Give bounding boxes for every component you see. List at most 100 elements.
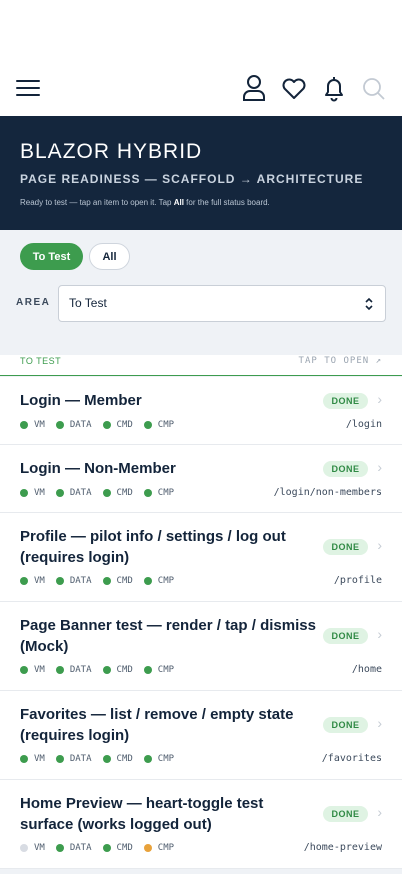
select-chevron-icon (365, 297, 373, 311)
status-dot-icon (143, 844, 152, 852)
item-title: Login — Non-Member (20, 460, 176, 477)
tag-data: DATA (55, 488, 92, 498)
tag-label: DATA (69, 488, 92, 498)
tag-label: DATA (69, 576, 92, 586)
list-item[interactable]: Page Banner test — render / tap / dismis… (0, 602, 402, 691)
status-dot-icon (102, 666, 111, 674)
status-dot-icon (102, 755, 111, 763)
status-dot-icon (143, 421, 152, 429)
item-path: /login/non-members (273, 487, 382, 498)
status-dot-icon (20, 844, 28, 852)
tag-label: VM (34, 488, 45, 498)
tag-cmp: CMP (143, 576, 175, 586)
tag-label: DATA (69, 754, 92, 764)
status-dot-icon (102, 489, 111, 497)
tag-label: VM (34, 420, 45, 430)
tag-cmd: CMD (102, 576, 133, 586)
tag-label: CMP (157, 665, 175, 675)
list-item[interactable]: Login — Member DONE › VM DATA CMD CMP/login (0, 377, 402, 445)
tag-vm: VM (20, 665, 45, 675)
tag-label: CMP (157, 576, 175, 586)
item-title: Favorites — list / remove / empty state … (20, 706, 294, 744)
heart-icon[interactable] (281, 74, 307, 102)
bell-icon[interactable] (321, 74, 347, 102)
area-select[interactable]: To Test (58, 285, 386, 322)
item-tags: VM DATA CMD CMP (20, 576, 174, 586)
item-path: /favorites (321, 753, 382, 764)
status-badge: DONE (323, 461, 368, 477)
top-bar (0, 70, 402, 110)
tag-cmd: CMD (102, 420, 133, 430)
tag-cmp: CMP (143, 754, 174, 764)
user-icon[interactable] (241, 74, 267, 102)
item-path: /profile (333, 575, 382, 586)
tag-label: CMP (157, 843, 175, 853)
search-icon[interactable] (361, 74, 387, 102)
item-title: Home Preview — heart-toggle test surface… (20, 795, 264, 833)
tag-label: DATA (69, 665, 92, 675)
item-list: Login — Member DONE › VM DATA CMD CMP/login Log… (0, 377, 402, 869)
tag-vm: VM (20, 576, 45, 586)
status-dot-icon (143, 489, 152, 497)
hero-note: Ready to test — tap an item to open it. … (20, 198, 382, 207)
status-badge: DONE (323, 393, 368, 409)
item-title: Login — Member (20, 392, 142, 409)
tag-label: CMD (116, 420, 133, 430)
status-dot-icon (55, 844, 64, 852)
tag-vm: VM (20, 488, 45, 498)
status-dot-icon (102, 421, 111, 429)
status-dot-icon (55, 577, 64, 585)
tag-label: VM (34, 754, 45, 764)
item-tags: VM DATA CMD CMP (20, 843, 174, 853)
tag-cmp: CMP (143, 420, 174, 430)
hamburger-icon[interactable] (16, 79, 40, 97)
tag-cmd: CMD (102, 488, 133, 498)
tab-to-test[interactable]: To Test (20, 243, 83, 270)
tag-label: VM (34, 843, 45, 853)
item-path: /home-preview (303, 842, 382, 853)
status-dot-icon (20, 755, 28, 763)
segmented-control: To Test All (20, 243, 130, 270)
status-badge: DONE (323, 539, 368, 555)
tag-label: VM (34, 576, 45, 586)
status-dot-icon (143, 755, 152, 763)
status-dot-icon (55, 755, 64, 763)
list-item[interactable]: Login — Non-Member DONE › VM DATA CMD CMP/logi… (0, 445, 402, 513)
list-item[interactable]: Profile — pilot info / settings / log ou… (0, 513, 402, 602)
hero-note-bold: All (173, 198, 184, 207)
tag-label: DATA (69, 843, 92, 853)
status-dot-icon (20, 577, 28, 585)
tag-label: CMD (116, 843, 133, 853)
tab-all[interactable]: All (89, 243, 130, 270)
chevron-right-icon: › (377, 715, 382, 731)
item-tags: VM DATA CMD CMP (20, 754, 174, 764)
status-dot-icon (55, 666, 64, 674)
chevron-right-icon: › (377, 391, 382, 407)
tag-cmd: CMD (102, 665, 133, 675)
tag-data: DATA (55, 576, 92, 586)
chevron-right-icon: › (377, 804, 382, 820)
status-dot-icon (20, 666, 28, 674)
list-item[interactable]: Favorites — list / remove / empty state … (0, 691, 402, 780)
chevron-right-icon: › (377, 626, 382, 642)
page-title: BLAZOR HYBRID (20, 140, 203, 163)
section-title: TO TEST (20, 356, 62, 366)
chevron-right-icon: › (377, 537, 382, 553)
status-badge: DONE (323, 806, 368, 822)
tag-cmp: CMP (143, 843, 175, 853)
tag-label: DATA (69, 420, 92, 430)
tag-vm: VM (20, 754, 45, 764)
status-badge: DONE (323, 717, 368, 733)
page-subtitle: PAGE READINESS — SCAFFOLD → ARCHITECTURE (20, 172, 364, 186)
item-tags: VM DATA CMD CMP (20, 420, 174, 430)
area-select-value: To Test (69, 296, 107, 310)
tag-data: DATA (55, 843, 92, 853)
section-header: TO TEST TAP TO OPEN ↗ (0, 355, 402, 376)
list-item[interactable]: Home Preview — heart-toggle test surface… (0, 780, 402, 869)
tag-label: CMD (116, 665, 133, 675)
hero-note-pre: Ready to test — tap an item to open it. … (20, 198, 174, 207)
chevron-right-icon: › (377, 459, 382, 475)
tag-label: CMD (116, 488, 133, 498)
status-dot-icon (20, 489, 28, 497)
tag-cmp: CMP (143, 488, 174, 498)
